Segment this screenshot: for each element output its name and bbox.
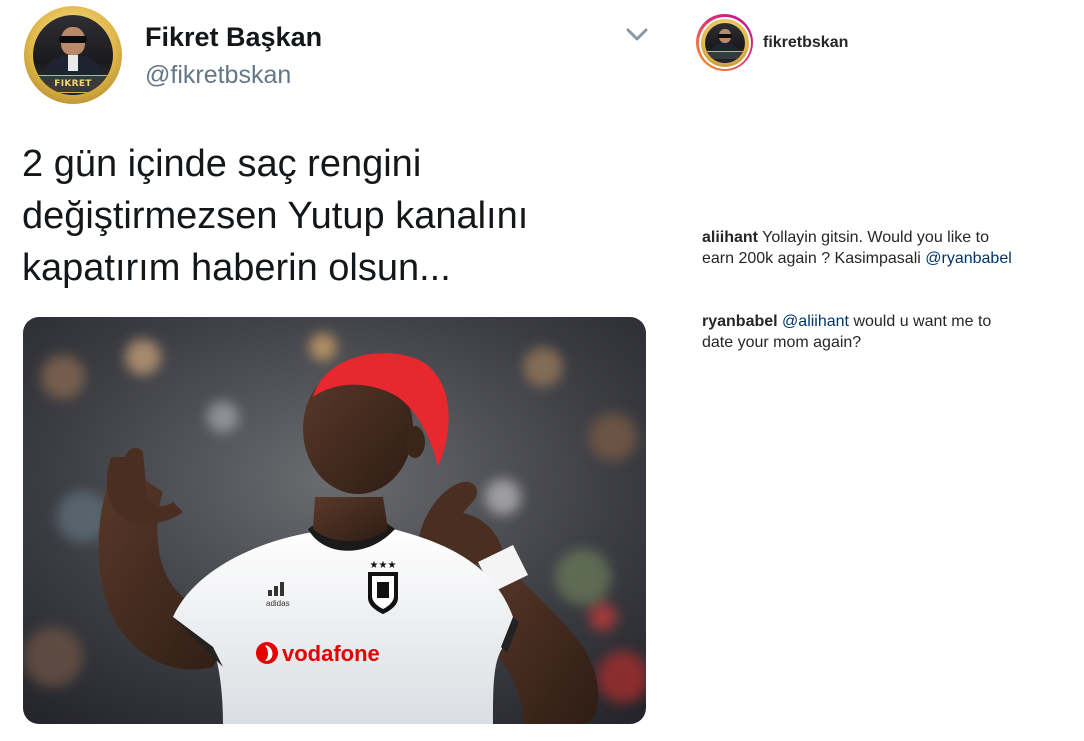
tweet-text: 2 gün içinde saç rengini değiştirmezsen … bbox=[22, 143, 529, 289]
instagram-comments-panel: fikretbskan aliihant Yollayin gitsin. Wo… bbox=[665, 0, 1084, 741]
comment-username[interactable]: aliihant bbox=[702, 229, 758, 246]
svg-text:vodafone: vodafone bbox=[282, 641, 380, 666]
comment-mention[interactable]: @aliihant bbox=[782, 313, 849, 330]
tweet-photo[interactable]: ★★★ adidas vodafone bbox=[23, 317, 646, 724]
ig-profile-avatar[interactable] bbox=[696, 14, 753, 71]
comment-username[interactable]: ryanbabel bbox=[702, 313, 778, 330]
ig-username[interactable]: fikretbskan bbox=[763, 34, 848, 52]
svg-text:★★★: ★★★ bbox=[370, 560, 397, 571]
chevron-down-icon[interactable] bbox=[623, 24, 651, 44]
player-photo: ★★★ adidas vodafone bbox=[23, 317, 646, 724]
comment-item: ryanbabel @aliihant would u want me to d… bbox=[702, 311, 1012, 353]
avatar-banner-text: FIKRET BAŞKAN bbox=[35, 75, 111, 93]
comment-mention[interactable]: @ryanbabel bbox=[925, 250, 1012, 267]
avatar-photo: FIKRET BAŞKAN bbox=[33, 15, 113, 95]
display-name[interactable]: Fikret Başkan bbox=[145, 22, 322, 53]
comment-item: aliihant Yollayin gitsin. Would you like… bbox=[702, 227, 1012, 269]
ig-avatar-photo bbox=[704, 22, 745, 63]
profile-avatar[interactable]: FIKRET BAŞKAN bbox=[24, 6, 122, 104]
svg-text:adidas: adidas bbox=[266, 599, 290, 608]
tweet-card: FIKRET BAŞKAN Fikret Başkan @fikretbskan… bbox=[0, 0, 665, 741]
user-handle[interactable]: @fikretbskan bbox=[145, 61, 291, 90]
